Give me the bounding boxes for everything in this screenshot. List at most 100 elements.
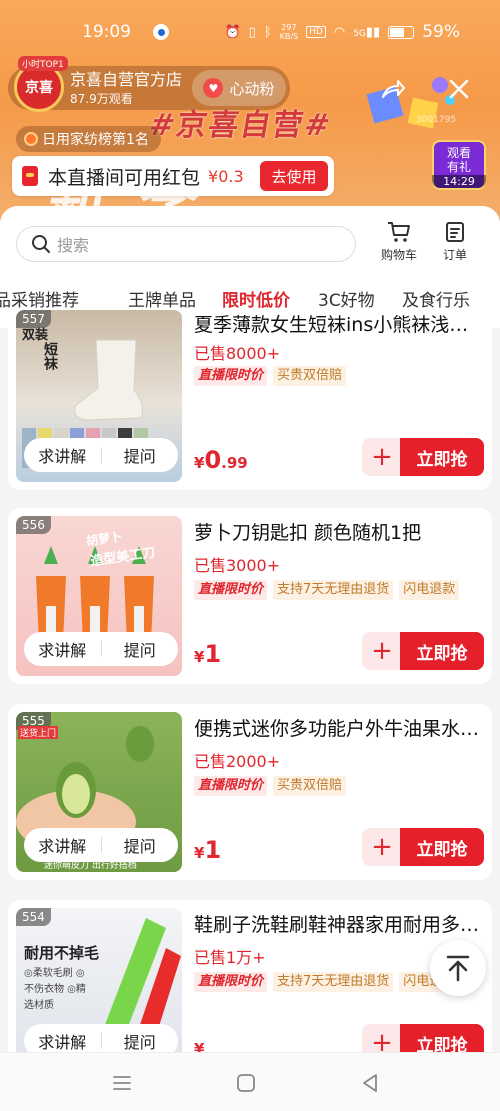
product-card[interactable]: 557 双装 短袜 求讲解 提问 夏季薄款女生短袜ins小熊袜浅… 已售8000… [8,310,492,490]
product-price: ¥1 [194,836,222,864]
buy-now-button[interactable]: 立即抢 [400,438,484,476]
status-time: 19:09 [82,22,131,42]
tab-food[interactable]: 及食行乐 [402,286,470,311]
search-input[interactable]: 搜索 [16,226,356,262]
app-notification-icon [153,24,169,40]
tab-limited-time[interactable]: 限时低价 [222,286,290,311]
tag-return-policy: 支持7天无理由退货 [273,580,394,600]
hd-icon: HD [306,26,326,38]
red-packet-amount: ¥0.3 [208,166,244,186]
wifi-icon: ◠ [333,24,346,40]
explain-button[interactable]: 求讲解 [24,637,101,661]
product-image-label: 双装 [22,328,49,343]
product-title[interactable]: 便携式迷你多功能户外牛油果水… [194,714,484,741]
add-to-cart-button[interactable]: + [362,438,402,476]
back-to-top-button[interactable] [430,940,486,996]
alarm-icon: ⏰ [224,24,241,40]
fan-button[interactable]: ♥ 心动粉 [192,70,286,106]
back-icon[interactable] [358,1071,382,1095]
product-image-label: 送货上门 [18,726,59,739]
tab-recommend[interactable]: 品采销推荐 [0,286,79,311]
product-price: ¥0.99 [194,446,248,474]
product-price: ¥ [194,1040,205,1052]
rank-badge[interactable]: 日用家纺榜第1名 [16,126,161,152]
ask-button[interactable]: 提问 [102,1029,179,1052]
tag-guarantee: 买贵双倍赔 [273,776,347,796]
cart-button[interactable]: 购物车 [374,220,424,263]
buy-now-button[interactable]: 立即抢 [400,828,484,866]
product-card[interactable]: 554 耐用不掉毛 ◎柔软毛刷 ◎不伤衣物 ◎精选材质 求讲解 提问 鞋刷子洗鞋… [8,900,492,1052]
arrow-up-icon [446,955,470,982]
order-button[interactable]: 订单 [430,220,480,263]
add-to-cart-button[interactable]: + [362,632,402,670]
buy-now-button[interactable]: 立即抢 [400,632,484,670]
use-red-packet-button[interactable]: 去使用 [260,161,328,191]
heart-icon: ♥ [203,78,224,98]
close-icon[interactable] [448,78,470,100]
search-icon [32,235,50,253]
share-icon[interactable] [380,78,406,100]
add-to-cart-button[interactable]: + [362,828,402,866]
product-image[interactable]: 554 耐用不掉毛 ◎柔软毛刷 ◎不伤衣物 ◎精选材质 求讲解 提问 [16,908,182,1052]
anchor-name: 京喜自营官方店 [70,69,183,89]
buy-now-button[interactable]: 立即抢 [400,1024,484,1052]
status-bar: 19:09 ⏰ ▯ ᛒ 297 KB/S HD ◠ 5G▮▮ 59% [0,0,500,64]
search-placeholder: 搜索 [57,236,90,255]
explain-button[interactable]: 求讲解 [24,1029,101,1052]
tag-fast-refund: 闪电退款 [399,580,460,600]
product-image[interactable]: 555 送货上门 迷你萌皮刀 出行好搭档 求讲解 提问 [16,712,182,872]
home-icon[interactable] [234,1071,258,1095]
sold-count: 已售2000+ [194,752,281,771]
thumb-actions: 求讲解 提问 [24,828,178,862]
ask-button[interactable]: 提问 [102,637,179,661]
product-tags: 直播限时价 买贵双倍赔 [194,776,347,796]
product-title[interactable]: 夏季薄款女生短袜ins小熊袜浅… [194,310,484,337]
battery-percent: 59% [422,22,460,42]
red-packet-bar[interactable]: 本直播间可用红包 ¥0.3 去使用 [12,156,334,196]
ask-button[interactable]: 提问 [102,443,179,467]
tag-guarantee: 买贵双倍赔 [273,366,347,386]
product-number: 554 [16,908,51,926]
tag-return-policy: 支持7天无理由退货 [273,972,394,992]
battery-icon [388,25,415,39]
sold-count: 已售1万+ [194,948,266,967]
product-image[interactable]: 557 双装 短袜 求讲解 提问 [16,310,182,482]
red-packet-icon [22,166,38,186]
product-tags: 直播限时价 支持7天无理由退货 闪电退款 [194,972,460,992]
thumb-actions: 求讲解 提问 [24,1024,178,1052]
tab-ace-items[interactable]: 王牌单品 [128,286,196,311]
thumb-actions: 求讲解 提问 [24,632,178,666]
tag-live-price: 直播限时价 [194,972,268,992]
status-icons: ⏰ ▯ ᛒ 297 KB/S HD ◠ 5G▮▮ 59% [224,22,460,42]
product-card[interactable]: 556 胡萝卜 造型美工刀 求讲解 提问 萝卜刀钥匙扣 颜色随机1把 已售300… [8,508,492,684]
anchor-info-pill[interactable]: 京喜 小时TOP1 京喜自营官方店 87.9万观看 ♥ 心动粉 [8,56,290,112]
explain-button[interactable]: 求讲解 [24,443,101,467]
product-price: ¥1 [194,640,222,668]
product-image[interactable]: 556 胡萝卜 造型美工刀 求讲解 提问 [16,516,182,676]
add-to-cart-button[interactable]: + [362,1024,402,1052]
tag-live-price: 直播限时价 [194,776,268,796]
product-image-label: 短袜 [42,342,58,370]
product-tags: 直播限时价 支持7天无理由退货 闪电退款 [194,580,460,600]
cart-icon [388,222,410,242]
room-id: 3001795 [416,115,457,125]
product-title[interactable]: 鞋刷子洗鞋刷鞋神器家用耐用多… [194,910,484,937]
system-nav-bar [0,1052,500,1111]
menu-icon[interactable] [110,1071,134,1095]
decor-cubes-icon [366,77,455,129]
rank-icon [24,132,38,146]
product-title[interactable]: 萝卜刀钥匙扣 颜色随机1把 [194,518,484,545]
ask-button[interactable]: 提问 [102,833,179,857]
explain-button[interactable]: 求讲解 [24,833,101,857]
tag-live-price: 直播限时价 [194,580,268,600]
tag-live-price: 直播限时价 [194,366,268,386]
thumb-actions: 求讲解 提问 [24,438,178,472]
tab-3c[interactable]: 3C好物 [318,286,375,311]
sold-count: 已售8000+ [194,344,281,363]
view-count: 87.9万观看 [70,91,133,106]
order-icon [446,222,464,242]
product-card[interactable]: 555 送货上门 迷你萌皮刀 出行好搭档 求讲解 提问 便携式迷你多功能户外牛油… [8,704,492,880]
gift-countdown: 14:29 [432,175,486,188]
product-image-label: ◎柔软毛刷 ◎不伤衣物 ◎精选材质 [24,968,86,1011]
bluetooth-icon: ᛒ [263,24,272,40]
